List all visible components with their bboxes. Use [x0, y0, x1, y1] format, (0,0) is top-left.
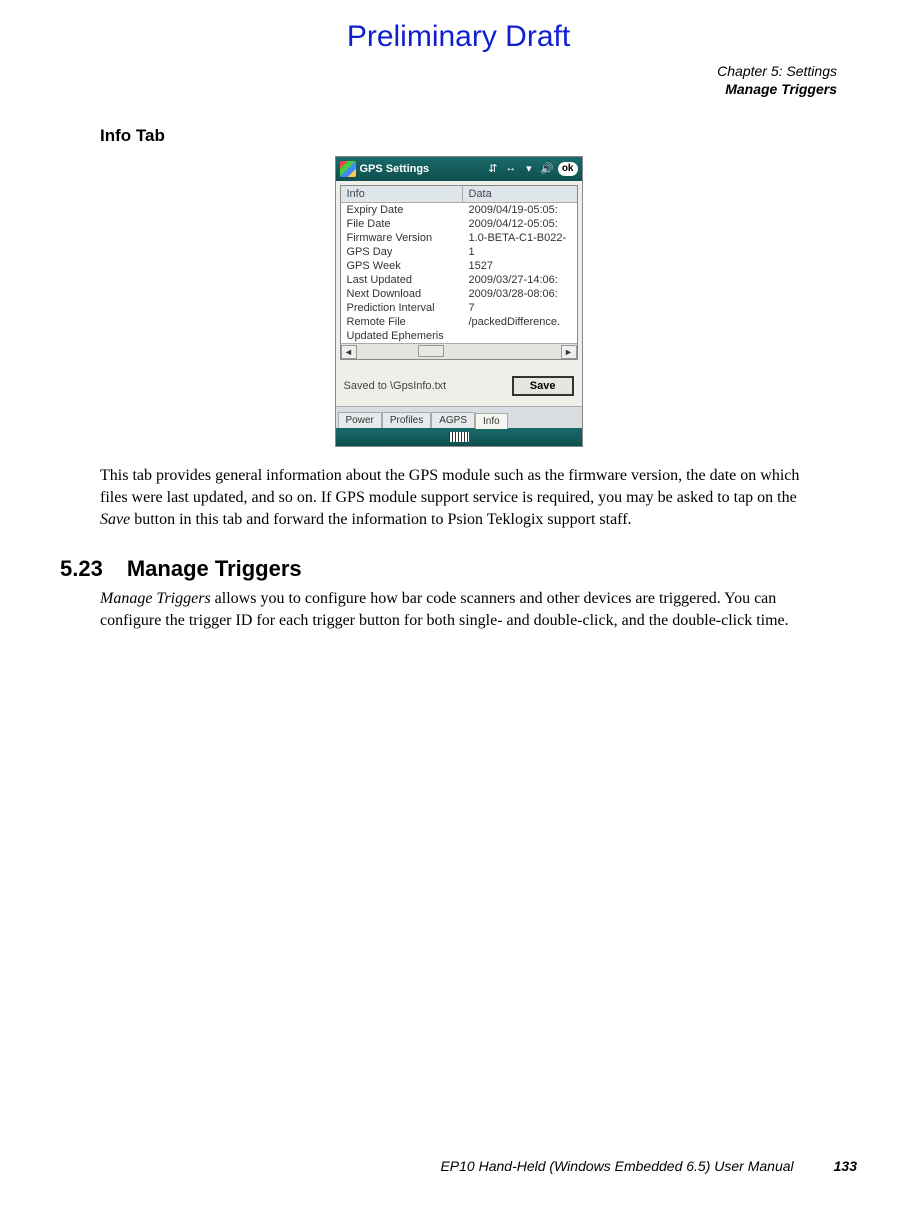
window-titlebar: GPS Settings ⇵ ↔ ▾ 🔊 ok	[336, 157, 582, 181]
tab-power[interactable]: Power	[338, 412, 382, 428]
table-row[interactable]: Remote File/packedDifference.	[341, 315, 577, 329]
page-number: 133	[834, 1158, 857, 1174]
scroll-left-icon[interactable]: ◄	[341, 345, 357, 359]
scroll-right-icon[interactable]: ►	[561, 345, 577, 359]
tab-agps[interactable]: AGPS	[431, 412, 475, 428]
para-text: button in this tab and forward the infor…	[130, 511, 631, 528]
screenshot-figure: GPS Settings ⇵ ↔ ▾ 🔊 ok Info Data Expiry…	[60, 156, 857, 447]
page-footer: EP10 Hand-Held (Windows Embedded 6.5) Us…	[60, 1158, 857, 1174]
start-icon[interactable]	[340, 161, 356, 177]
manual-title: EP10 Hand-Held (Windows Embedded 6.5) Us…	[440, 1158, 793, 1174]
col-data[interactable]: Data	[463, 186, 577, 202]
table-row[interactable]: Firmware Version1.0-BETA-C1-B022-	[341, 231, 577, 245]
horizontal-scrollbar[interactable]: ◄ ►	[341, 343, 577, 359]
keyboard-icon[interactable]	[449, 432, 469, 442]
table-row[interactable]: GPS Day1	[341, 245, 577, 259]
manage-triggers-description: Manage Triggers allows you to configure …	[100, 588, 821, 631]
table-row[interactable]: GPS Week1527	[341, 259, 577, 273]
tab-profiles[interactable]: Profiles	[382, 412, 431, 428]
table-row[interactable]: Last Updated2009/03/27-14:06:	[341, 273, 577, 287]
connectivity-icon[interactable]: ⇵	[486, 162, 500, 176]
table-row[interactable]: File Date2009/04/12-05:05:	[341, 217, 577, 231]
info-tab-description: This tab provides general information ab…	[100, 465, 821, 530]
section-number: 5.23	[60, 556, 103, 582]
section-heading: 5.23 Manage Triggers	[60, 556, 857, 582]
scroll-track[interactable]	[357, 345, 561, 359]
table-row[interactable]: Expiry Date2009/04/19-05:05:	[341, 203, 577, 217]
volume-icon[interactable]: 🔊	[540, 162, 554, 176]
info-table-area: Info Data Expiry Date2009/04/19-05:05: F…	[336, 181, 582, 364]
section-title: Manage Triggers	[127, 556, 302, 582]
table-row[interactable]: Updated Ephemeris	[341, 329, 577, 343]
tab-strip: Power Profiles AGPS Info	[336, 406, 582, 428]
chapter-line2: Manage Triggers	[60, 80, 837, 98]
ok-button[interactable]: ok	[558, 162, 578, 176]
chapter-header: Chapter 5: Settings Manage Triggers	[60, 62, 837, 98]
bottom-bar	[336, 428, 582, 446]
save-row: Saved to \GpsInfo.txt Save	[336, 364, 582, 406]
preliminary-draft: Preliminary Draft	[60, 20, 857, 54]
grid-header: Info Data	[341, 186, 577, 203]
tab-info[interactable]: Info	[475, 413, 508, 429]
col-info[interactable]: Info	[341, 186, 463, 202]
table-row[interactable]: Prediction Interval7	[341, 301, 577, 315]
window-title: GPS Settings	[360, 163, 430, 175]
saved-to-text: Saved to \GpsInfo.txt	[344, 380, 447, 392]
table-row[interactable]: Next Download2009/03/28-08:06:	[341, 287, 577, 301]
info-tab-heading: Info Tab	[100, 126, 857, 146]
grid-body: Expiry Date2009/04/19-05:05: File Date20…	[341, 203, 577, 343]
info-grid: Info Data Expiry Date2009/04/19-05:05: F…	[340, 185, 578, 360]
para-text: This tab provides general information ab…	[100, 467, 799, 506]
gps-settings-window: GPS Settings ⇵ ↔ ▾ 🔊 ok Info Data Expiry…	[335, 156, 583, 447]
save-italic: Save	[100, 511, 130, 528]
signal-icon[interactable]: ▾	[522, 162, 536, 176]
chapter-line1: Chapter 5: Settings	[60, 62, 837, 80]
sync-icon[interactable]: ↔	[504, 162, 518, 176]
manage-triggers-italic: Manage Triggers	[100, 590, 211, 607]
save-button[interactable]: Save	[512, 376, 574, 396]
scroll-thumb[interactable]	[418, 345, 444, 357]
